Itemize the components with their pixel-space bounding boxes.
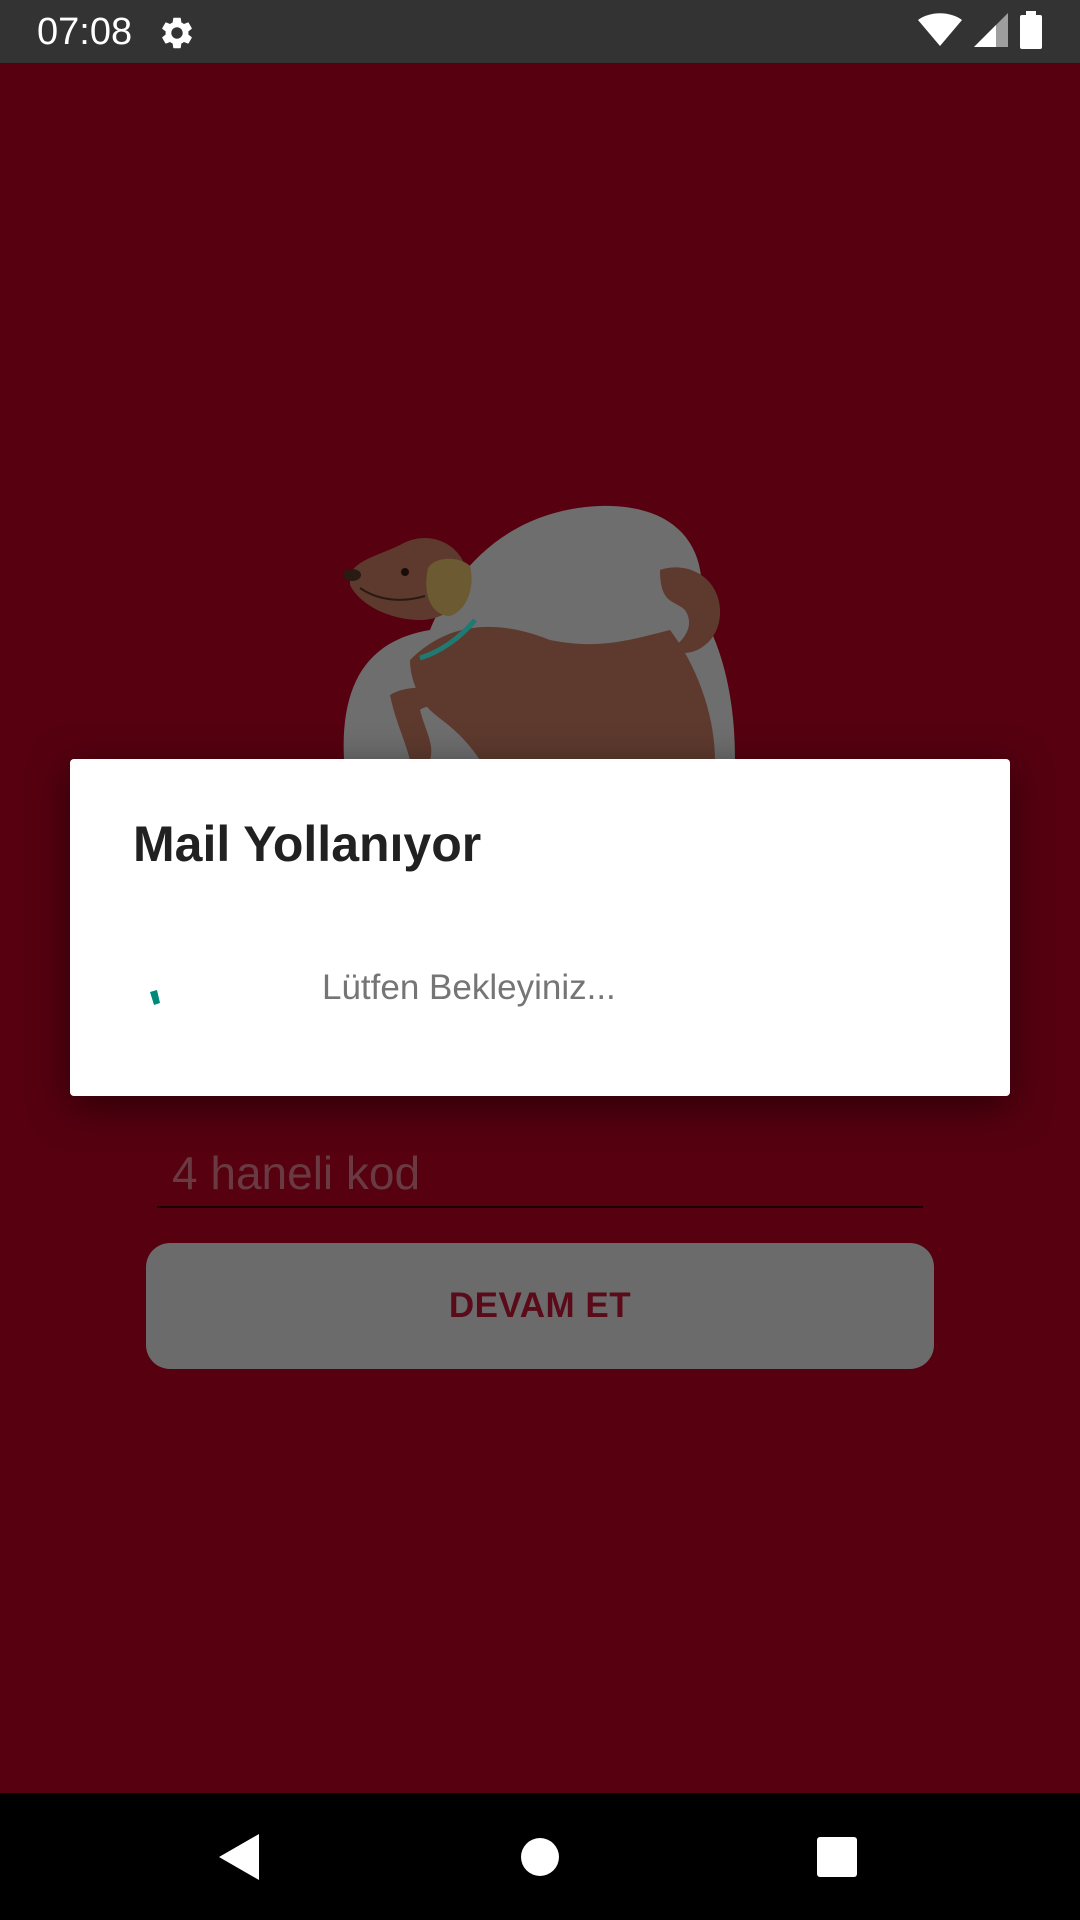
status-icons [918, 10, 1042, 54]
status-bar: 07:08 [0, 0, 1080, 63]
spinner-icon [140, 989, 190, 1039]
dialog-title: Mail Yollanıyor [133, 816, 482, 872]
dialog-message: Lütfen Bekleyiniz... [322, 968, 616, 1007]
screen: 07:08 4 haneli kod DEVAM ET Mail Yollanı… [0, 0, 1080, 1920]
progress-dialog: Mail Yollanıyor Lütfen Bekleyiniz... [70, 759, 1010, 1096]
signal-icon [974, 12, 1008, 52]
code-input[interactable] [157, 1140, 938, 1206]
code-field[interactable] [157, 1140, 938, 1208]
dog-illustration [330, 490, 750, 760]
continue-button[interactable]: DEVAM ET [146, 1243, 934, 1369]
status-time: 07:08 [37, 11, 133, 53]
continue-button-label: DEVAM ET [448, 1286, 632, 1325]
home-icon[interactable] [506, 1823, 574, 1891]
navigation-bar [0, 1793, 1080, 1920]
wifi-icon [918, 12, 962, 52]
back-icon[interactable] [205, 1823, 273, 1891]
gear-icon [158, 14, 196, 52]
battery-icon [1020, 10, 1042, 54]
recents-icon[interactable] [803, 1823, 871, 1891]
